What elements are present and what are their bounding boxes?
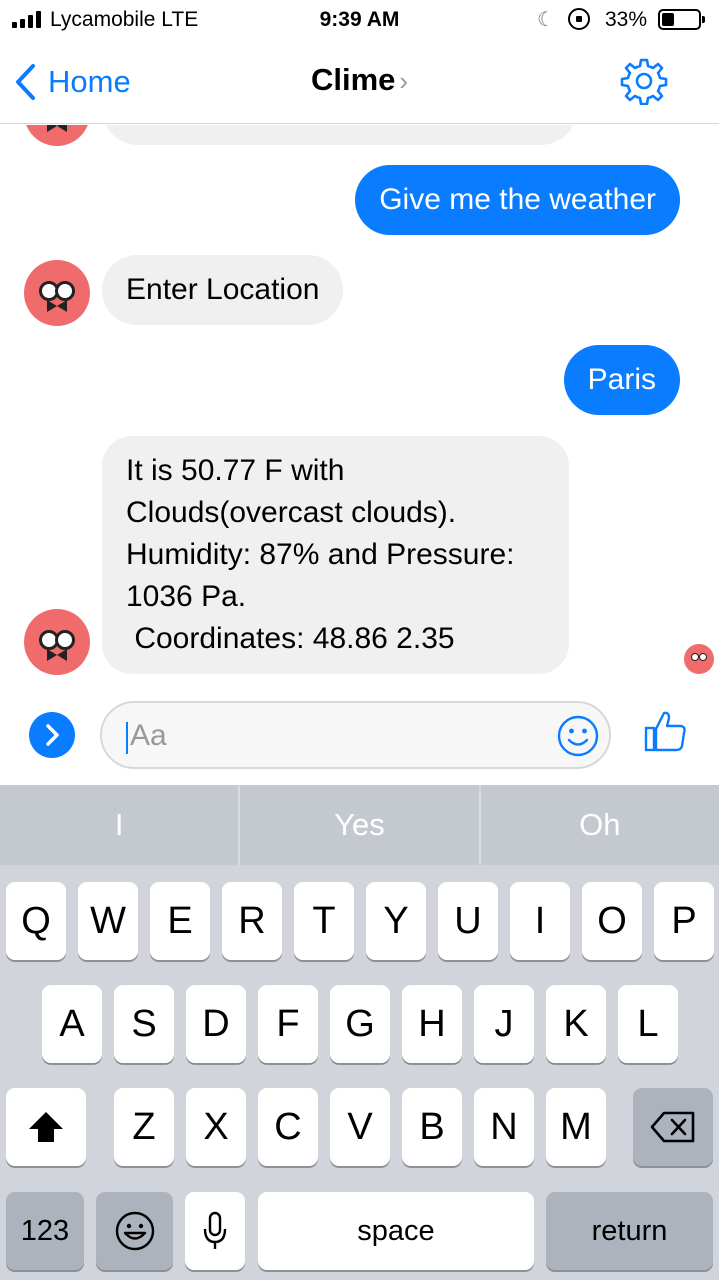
key-w[interactable]: W xyxy=(78,882,138,960)
battery-percentage: 33% xyxy=(605,8,648,31)
bot-avatar xyxy=(24,125,90,146)
microphone-icon xyxy=(203,1211,227,1249)
key-z[interactable]: Z xyxy=(114,1088,174,1166)
key-h[interactable]: H xyxy=(402,985,462,1063)
user-message[interactable]: Give me the weather xyxy=(355,165,680,235)
bow-tie-icon xyxy=(47,649,67,661)
message-field[interactable] xyxy=(100,701,611,769)
key-l[interactable]: L xyxy=(618,985,678,1063)
key-o[interactable]: O xyxy=(582,882,642,960)
space-key[interactable]: space xyxy=(258,1192,534,1270)
key-b[interactable]: B xyxy=(402,1088,462,1166)
key-p[interactable]: P xyxy=(654,882,714,960)
dictation-key[interactable] xyxy=(185,1192,245,1270)
delete-icon xyxy=(650,1111,695,1143)
weather-line: Clouds(overcast clouds). xyxy=(126,496,457,529)
emoji-key[interactable] xyxy=(96,1192,173,1270)
bot-avatar xyxy=(24,260,90,326)
key-f[interactable]: F xyxy=(258,985,318,1063)
suggestion[interactable]: Oh xyxy=(481,785,719,865)
key-g[interactable]: G xyxy=(330,985,390,1063)
battery-icon xyxy=(658,9,705,30)
key-k[interactable]: K xyxy=(546,985,606,1063)
key-c[interactable]: C xyxy=(258,1088,318,1166)
do-not-disturb-icon: ☾ xyxy=(537,9,555,31)
bot-message[interactable]: Enter Location xyxy=(102,255,344,325)
weather-line: 1036 Pa. xyxy=(126,580,247,613)
key-j[interactable]: J xyxy=(474,985,534,1063)
navigation-bar: Home Clime › xyxy=(0,40,719,124)
orientation-lock-icon xyxy=(568,8,590,30)
chevron-right-icon xyxy=(46,724,59,746)
key-t[interactable]: T xyxy=(294,882,354,960)
glasses-icon xyxy=(39,630,75,650)
title-text: Clime xyxy=(310,62,396,97)
thumbs-up-icon[interactable] xyxy=(644,709,688,753)
gear-icon[interactable] xyxy=(620,57,668,105)
keyboard: I Yes Oh Q W E R T Y U I O P A S D F G H… xyxy=(0,785,719,1280)
glasses-icon xyxy=(39,281,75,301)
weather-line: It is 50.77 F with xyxy=(126,454,345,487)
return-key[interactable]: return xyxy=(546,1192,713,1270)
smiley-icon[interactable] xyxy=(557,715,599,757)
conversation-title[interactable]: Clime › xyxy=(0,62,719,98)
bow-tie-icon xyxy=(47,125,67,132)
key-e[interactable]: E xyxy=(150,882,210,960)
bot-weather-message[interactable]: It is 50.77 F with Clouds(overcast cloud… xyxy=(102,436,569,674)
suggestion[interactable]: I xyxy=(0,785,238,865)
suggestion[interactable]: Yes xyxy=(240,785,478,865)
status-bar: Lycamobile LTE 9:39 AM ☾ 33% xyxy=(0,0,719,40)
message-list[interactable]: Give me the weather Enter Location Paris… xyxy=(0,125,719,695)
expand-button[interactable] xyxy=(29,712,75,758)
numbers-key[interactable]: 123 xyxy=(6,1192,84,1270)
message-bubble-partial xyxy=(102,125,577,145)
shift-key[interactable] xyxy=(6,1088,86,1166)
glasses-icon xyxy=(691,653,707,661)
key-n[interactable]: N xyxy=(474,1088,534,1166)
read-receipt-avatar xyxy=(684,644,714,674)
message-input[interactable] xyxy=(130,713,530,759)
predictive-bar: I Yes Oh xyxy=(0,785,719,865)
composer xyxy=(0,695,719,785)
weather-line: Coordinates: 48.86 2.35 xyxy=(126,622,455,655)
delete-key[interactable] xyxy=(633,1088,713,1166)
chevron-right-icon: › xyxy=(399,66,409,96)
key-y[interactable]: Y xyxy=(366,882,426,960)
key-r[interactable]: R xyxy=(222,882,282,960)
shift-icon xyxy=(29,1112,63,1142)
key-a[interactable]: A xyxy=(42,985,102,1063)
key-s[interactable]: S xyxy=(114,985,174,1063)
key-d[interactable]: D xyxy=(186,985,246,1063)
key-i[interactable]: I xyxy=(510,882,570,960)
user-message[interactable]: Paris xyxy=(563,345,680,415)
emoji-icon xyxy=(115,1211,154,1251)
text-cursor xyxy=(126,722,128,754)
weather-line: Humidity: 87% and Pressure: xyxy=(126,538,515,571)
bot-avatar xyxy=(24,609,90,675)
bow-tie-icon xyxy=(47,300,67,312)
key-v[interactable]: V xyxy=(330,1088,390,1166)
key-x[interactable]: X xyxy=(186,1088,246,1166)
key-u[interactable]: U xyxy=(438,882,498,960)
key-q[interactable]: Q xyxy=(6,882,66,960)
key-m[interactable]: M xyxy=(546,1088,606,1166)
